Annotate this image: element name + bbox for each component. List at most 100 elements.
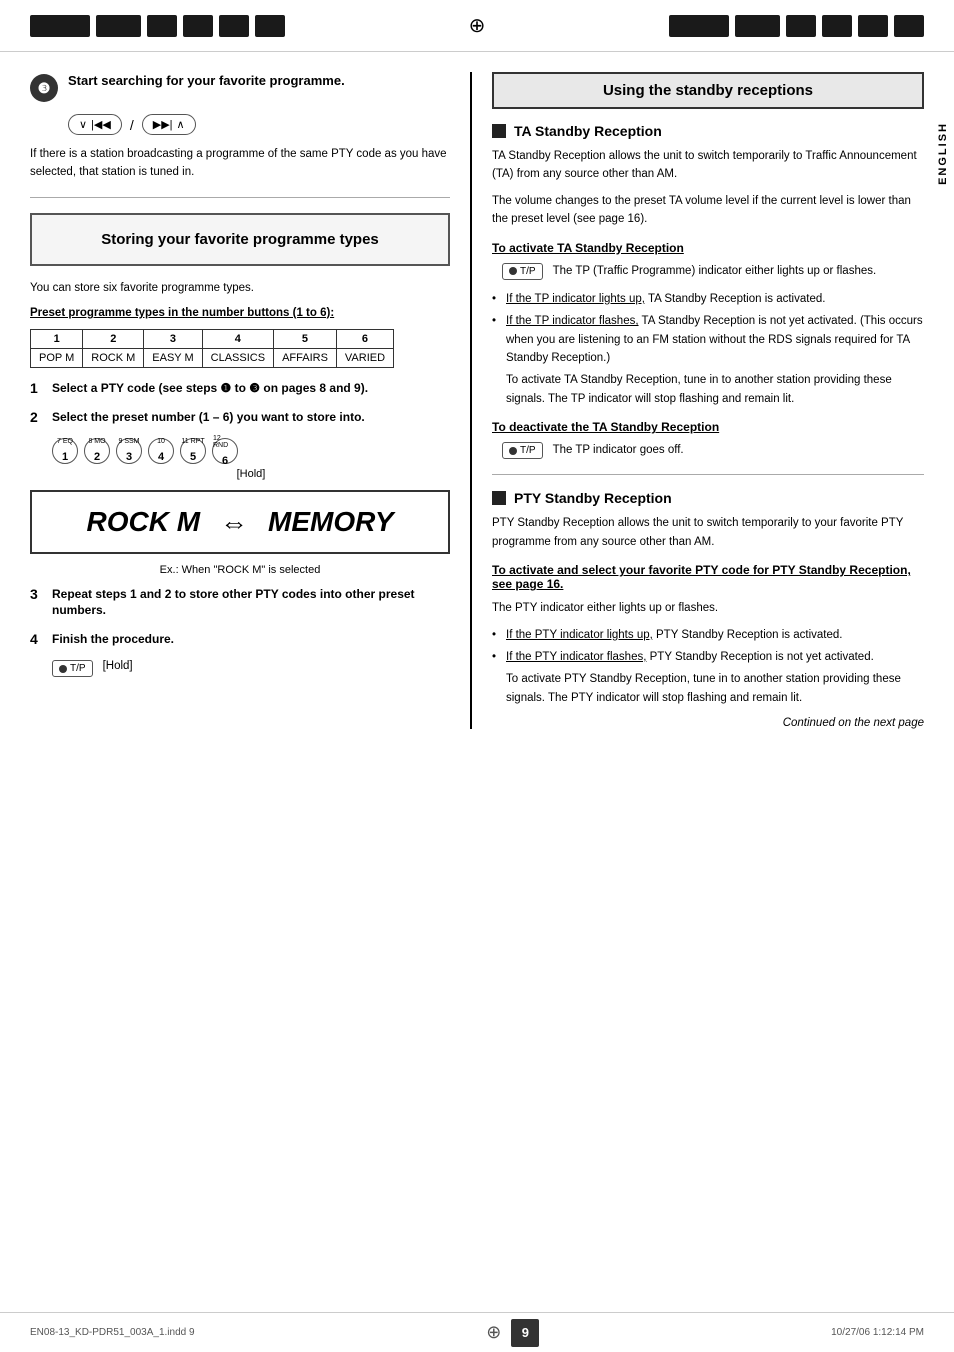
tp-hold-row: T/P [Hold] xyxy=(52,660,450,677)
ta-bullet-2-underline: If the TP indicator flashes, xyxy=(506,315,639,327)
step1: 1 Select a PTY code (see steps ❶ to ❸ on… xyxy=(30,380,450,397)
num-btn-4-top: 10 xyxy=(157,438,165,445)
num-buttons-row: 7 EQ 1 8 MO 2 9 SSM 3 10 4 11 RPT 5 xyxy=(52,438,450,464)
ta-deactivate-tp-btn[interactable]: T/P xyxy=(502,442,543,459)
top-bar-right-rect-3 xyxy=(786,15,816,37)
pty-bullet-2-underline: If the PTY indicator flashes, xyxy=(506,651,646,663)
step1-num: 1 xyxy=(30,380,52,396)
page-num: 9 xyxy=(522,1325,529,1340)
ta-deactivate-tp-dot-icon xyxy=(509,447,517,455)
page-num-box: 9 xyxy=(511,1319,539,1347)
num-btn-1-main: 1 xyxy=(62,451,68,463)
step4-text: Finish the procedure. xyxy=(52,631,450,648)
num-btn-6-main: 6 xyxy=(222,455,228,467)
num-btn-4[interactable]: 10 4 xyxy=(148,438,174,464)
pty-bullet-1: If the PTY indicator lights up, PTY Stan… xyxy=(492,626,924,644)
num-btn-1[interactable]: 7 EQ 1 xyxy=(52,438,78,464)
continued-text: Continued on the next page xyxy=(492,717,924,729)
num-btn-3[interactable]: 9 SSM 3 xyxy=(116,438,142,464)
num-btn-5[interactable]: 11 RPT 5 xyxy=(180,438,206,464)
next-btn[interactable]: ▶▶| ∧ xyxy=(142,114,196,135)
bottom-center: ⊕ 9 xyxy=(486,1319,539,1347)
ex-label: Ex.: When "ROCK M" is selected xyxy=(30,564,450,576)
ta-deactivate-tp-row: T/P The TP indicator goes off. xyxy=(502,442,924,459)
pty-activate-sub: The PTY indicator either lights up or fl… xyxy=(492,599,924,617)
rock-m-text: ROCK M xyxy=(86,506,200,538)
step2-num: 2 xyxy=(30,409,52,425)
bottom-bar: EN08-13_KD-PDR51_003A_1.indd 9 ⊕ 9 10/27… xyxy=(0,1312,954,1352)
rock-memory-box: ROCK M ⇔ MEMORY xyxy=(30,490,450,554)
num-btn-2-top: 8 MO xyxy=(88,438,105,445)
table-label-2: ROCK M xyxy=(83,349,144,368)
prev-skip-icon: |◀◀ xyxy=(91,118,111,131)
divider1 xyxy=(30,197,450,198)
ta-bullet-2: If the TP indicator flashes, TA Standby … xyxy=(492,312,924,408)
pty-bullet-2: If the PTY indicator flashes, PTY Standb… xyxy=(492,648,924,707)
ta-deactivate-tp-desc: The TP indicator goes off. xyxy=(553,442,684,459)
num-btn-2[interactable]: 8 MO 2 xyxy=(84,438,110,464)
step3-body: If there is a station broadcasting a pro… xyxy=(30,145,450,182)
pty-bullet-2-extra: To activate PTY Standby Reception, tune … xyxy=(506,670,924,707)
table-num-4: 4 xyxy=(202,330,273,349)
num-btn-1-top: 7 EQ xyxy=(57,438,73,445)
arrow-icon: ⇔ xyxy=(220,506,248,538)
pty-bullet-1-underline: If the PTY indicator lights up, xyxy=(506,629,653,641)
pty-heading-text: PTY Standby Reception xyxy=(514,490,672,506)
prev-btn[interactable]: ∨ |◀◀ xyxy=(68,114,122,135)
pty-black-square xyxy=(492,491,506,505)
step3b: 3 Repeat steps 1 and 2 to store other PT… xyxy=(30,586,450,620)
ta-tp-desc: The TP (Traffic Programme) indicator eit… xyxy=(553,263,877,280)
intro-text: You can store six favorite programme typ… xyxy=(30,280,450,297)
tp-hold-btn[interactable]: T/P xyxy=(52,660,93,677)
top-bar-rect-1 xyxy=(30,15,90,37)
ta-deactivate-heading: To deactivate the TA Standby Reception xyxy=(492,420,924,434)
top-bar-right-rect-1 xyxy=(669,15,729,37)
table-label-5: AFFAIRS xyxy=(274,349,337,368)
pty-section-heading: PTY Standby Reception xyxy=(492,490,924,506)
memory-text: MEMORY xyxy=(268,506,394,538)
ta-tp-dot-icon xyxy=(509,267,517,275)
top-bar-rect-3 xyxy=(147,15,177,37)
ta-heading-text: TA Standby Reception xyxy=(514,123,662,139)
bottom-right-text: 10/27/06 1:12:14 PM xyxy=(831,1327,924,1338)
top-bar-right-rect-6 xyxy=(894,15,924,37)
top-bar-right-rect-4 xyxy=(822,15,852,37)
pty-bullet-2-rest: PTY Standby Reception is not yet activat… xyxy=(650,651,874,663)
num-btn-4-main: 4 xyxy=(158,451,164,463)
ta-bullet-1: If the TP indicator lights up, TA Standb… xyxy=(492,290,924,308)
ta-tp-btn[interactable]: T/P xyxy=(502,263,543,280)
hold-label: [Hold] xyxy=(52,468,450,480)
step4-num: 4 xyxy=(30,631,52,647)
top-bar-rect-4 xyxy=(183,15,213,37)
ta-tp-row: T/P The TP (Traffic Programme) indicator… xyxy=(502,263,924,280)
pty-body1: PTY Standby Reception allows the unit to… xyxy=(492,514,924,551)
num-btn-6-top: 12 RND xyxy=(213,435,237,449)
main-content: ❸ Start searching for your favorite prog… xyxy=(0,52,954,749)
table-number-row: 1 2 3 4 5 6 xyxy=(31,330,394,349)
table-num-3: 3 xyxy=(144,330,202,349)
num-btn-5-main: 5 xyxy=(190,451,196,463)
page-wrapper: ⊕ ❸ Start searching for your favorite pr… xyxy=(0,0,954,1352)
ta-bullet-2-extra: To activate TA Standby Reception, tune i… xyxy=(506,371,924,408)
top-bar-right xyxy=(669,15,924,37)
top-bar: ⊕ xyxy=(0,0,954,52)
num-btn-3-top: 9 SSM xyxy=(118,438,139,445)
num-btn-6[interactable]: 12 RND 6 xyxy=(212,438,238,464)
prog-table: 1 2 3 4 5 6 POP M ROCK M EASY M CLASSICS… xyxy=(30,329,394,368)
step3-heading: ❸ Start searching for your favorite prog… xyxy=(30,72,450,102)
pty-bullet-1-rest: PTY Standby Reception is activated. xyxy=(656,629,842,641)
bottom-compass-icon: ⊕ xyxy=(486,1322,501,1343)
top-bar-left xyxy=(30,15,285,37)
top-bar-rect-2 xyxy=(96,15,141,37)
top-bar-rect-5 xyxy=(219,15,249,37)
num-btn-5-top: 11 RPT xyxy=(181,438,204,445)
pty-activate-heading-text: To activate and select your favorite PTY… xyxy=(492,563,911,577)
tp-hold-text: [Hold] xyxy=(103,660,133,672)
next-skip-icon: ▶▶| xyxy=(153,118,173,131)
english-sidebar: ENGLISH xyxy=(937,122,949,185)
table-num-5: 5 xyxy=(274,330,337,349)
top-bar-rect-6 xyxy=(255,15,285,37)
storing-box: Storing your favorite programme types xyxy=(30,213,450,266)
bottom-left-text: EN08-13_KD-PDR51_003A_1.indd 9 xyxy=(30,1327,195,1338)
ta-tp-label: T/P xyxy=(520,266,536,277)
